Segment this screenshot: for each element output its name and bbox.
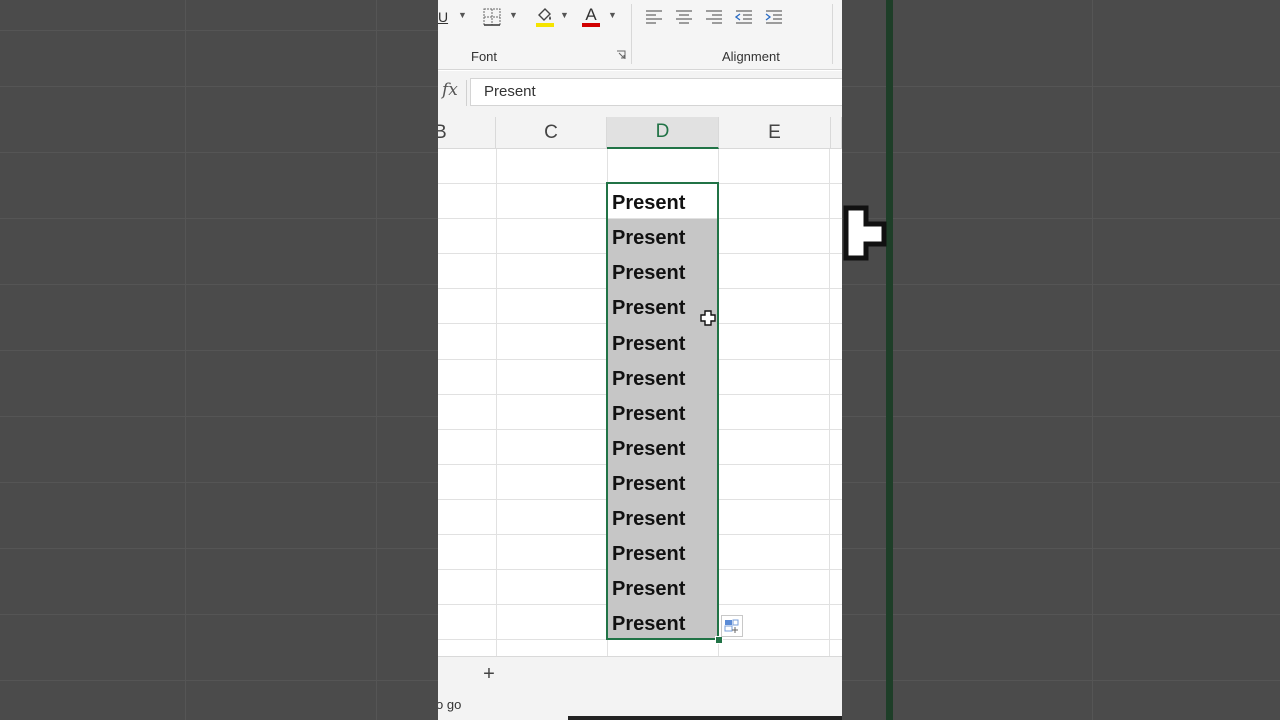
font-group-label: Font <box>471 49 498 64</box>
align-left-button[interactable] <box>644 6 664 28</box>
font-color-swatch <box>582 23 600 27</box>
decrease-indent-icon <box>735 10 752 24</box>
background-left <box>0 0 438 720</box>
font-color-button[interactable]: A <box>580 6 602 28</box>
font-color-dropdown-icon[interactable]: ▼ <box>608 10 617 20</box>
cursor-icon <box>700 310 716 326</box>
decrease-indent-button[interactable] <box>734 6 754 28</box>
excel-window: U ▼ ▼ ▼ A ▼ Font Alignment fx Present B … <box>438 0 842 720</box>
cell-d[interactable]: Present <box>608 324 718 360</box>
worksheet-grid[interactable]: Present Present Present Present Present … <box>438 149 842 656</box>
insert-function-button[interactable]: fx <box>442 80 458 100</box>
cell-d[interactable]: Present <box>608 500 718 535</box>
borders-icon <box>483 8 501 26</box>
cell-d[interactable]: Present <box>608 360 718 395</box>
fill-bucket-icon <box>536 8 554 27</box>
align-right-button[interactable] <box>704 6 724 28</box>
cell-d[interactable]: Present <box>608 395 718 430</box>
cell-d[interactable]: Present <box>608 605 718 640</box>
alignment-group-label: Alignment <box>722 49 780 64</box>
cell-d[interactable]: Present <box>608 219 718 254</box>
increase-indent-icon <box>765 10 782 24</box>
underline-button[interactable]: U <box>438 6 450 28</box>
borders-dropdown-icon[interactable]: ▼ <box>509 10 518 20</box>
fill-color-button[interactable] <box>534 6 556 28</box>
ribbon-separator <box>832 4 833 64</box>
ribbon: U ▼ ▼ ▼ A ▼ Font Alignment <box>438 0 842 70</box>
column-header-f[interactable] <box>831 117 842 149</box>
cell-d[interactable]: Present <box>608 430 718 465</box>
cell-d-active[interactable]: Present <box>608 184 718 219</box>
table-row <box>438 149 842 184</box>
column-header-e[interactable]: E <box>719 117 831 149</box>
quick-analysis-button[interactable] <box>721 615 743 637</box>
font-color-label: A <box>585 5 597 24</box>
ribbon-divider <box>438 69 842 70</box>
ribbon-separator <box>631 4 632 64</box>
background-cursor-icon <box>843 205 887 261</box>
cell-d[interactable]: Present <box>608 535 718 570</box>
column-header-b[interactable]: B <box>438 117 496 149</box>
fill-color-dropdown-icon[interactable]: ▼ <box>560 10 569 20</box>
align-center-button[interactable] <box>674 6 694 28</box>
align-center-icon <box>676 10 692 24</box>
table-row <box>438 640 842 656</box>
quick-analysis-icon <box>724 619 739 633</box>
increase-indent-button[interactable] <box>764 6 784 28</box>
underline-dropdown-icon[interactable]: ▼ <box>458 10 467 20</box>
align-left-icon <box>646 10 662 24</box>
formula-bar-separator <box>466 80 467 106</box>
background-selection-edge <box>886 0 893 720</box>
background-right <box>842 0 1280 720</box>
column-header-d[interactable]: D <box>607 117 719 149</box>
cell-d[interactable]: Present <box>608 465 718 500</box>
add-sheet-button[interactable]: + <box>478 661 500 687</box>
formula-input[interactable]: Present <box>470 78 842 106</box>
align-right-icon <box>706 10 722 24</box>
cell-d[interactable]: Present <box>608 254 718 289</box>
font-dialog-launcher-icon[interactable] <box>616 50 626 60</box>
borders-button[interactable] <box>482 6 502 28</box>
sheet-tab-bar: + <box>438 656 842 692</box>
cell-d[interactable]: Present <box>608 570 718 605</box>
column-header-c[interactable]: C <box>496 117 607 149</box>
status-text: o go <box>438 697 462 712</box>
status-bar-divider <box>568 716 842 720</box>
